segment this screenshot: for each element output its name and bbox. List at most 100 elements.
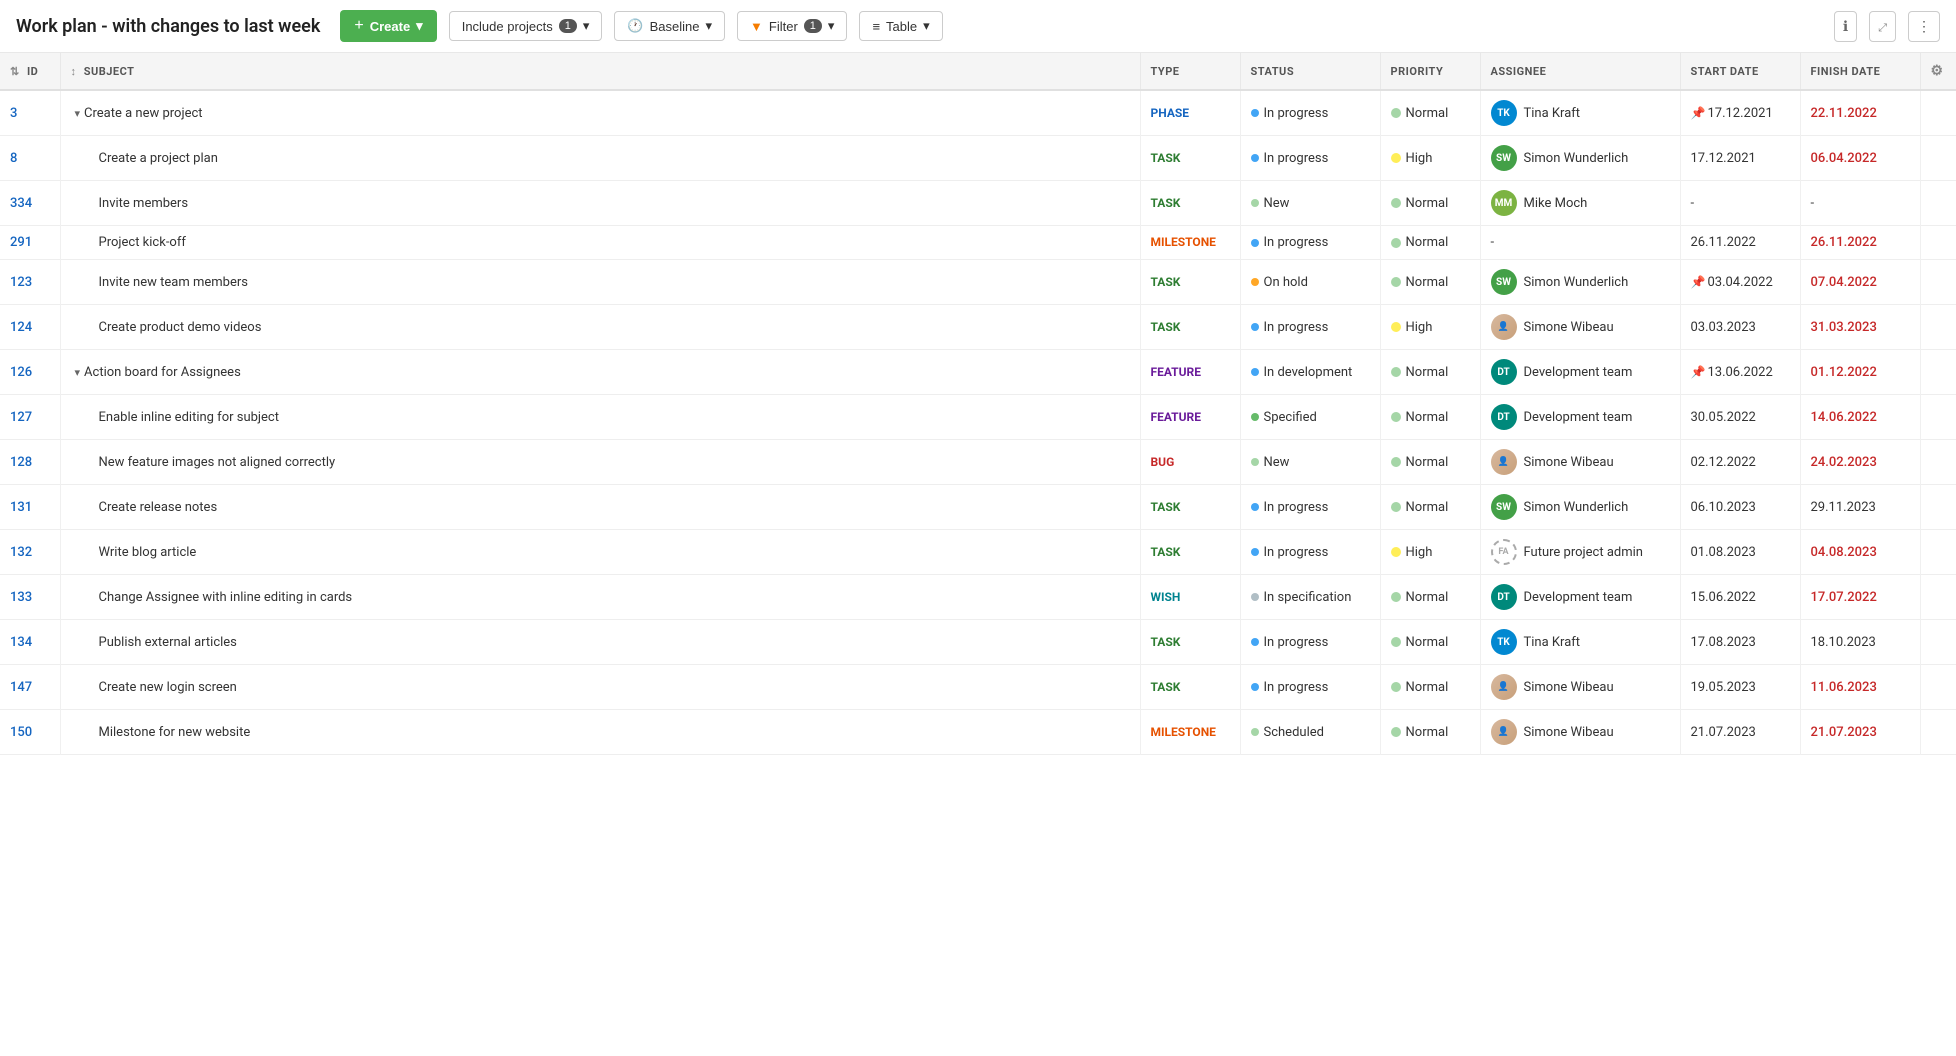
status-dot [1251,593,1259,601]
cell-gear [1920,530,1956,575]
baseline-button[interactable]: 🕐 Baseline ▾ [614,11,725,41]
cell-finish-date: 24.02.2023 [1800,440,1920,485]
status-dot [1251,548,1259,556]
subject-text: Milestone for new website [99,725,251,740]
cell-finish-date: 21.07.2023 [1800,710,1920,755]
assignee-name: Development team [1524,590,1633,605]
info-button[interactable]: ℹ [1834,11,1857,42]
include-projects-button[interactable]: Include projects 1 ▾ [449,11,603,41]
chevron-icon[interactable]: ▾ [75,107,81,120]
assignee-cell: 👤Simone Wibeau [1491,719,1670,745]
priority-dot [1391,238,1401,248]
sort-icon: ⇅ [10,65,20,78]
create-button[interactable]: + Create ▾ [340,10,436,42]
status-text: Scheduled [1264,725,1324,740]
baseline-clock-icon: 🕐 [627,18,643,34]
status-dot [1251,683,1259,691]
cell-assignee: SWSimon Wunderlich [1480,136,1680,181]
col-header-gear[interactable]: ⚙ [1920,53,1956,90]
avatar: SW [1491,269,1517,295]
subject-text: Publish external articles [99,635,237,650]
assignee-name: Simone Wibeau [1524,455,1614,470]
col-header-priority: PRIORITY [1380,53,1480,90]
priority-text: Normal [1406,275,1449,290]
id-link[interactable]: 147 [10,680,32,695]
table-row: 291Project kick-offMILESTONEIn progressN… [0,226,1956,260]
table-row: 131Create release notesTASKIn progressNo… [0,485,1956,530]
id-link[interactable]: 127 [10,410,32,425]
table-row: 123Invite new team membersTASKOn holdNor… [0,260,1956,305]
status-text: On hold [1264,275,1308,290]
col-header-id[interactable]: ⇅ ID [0,53,60,90]
table-body: 3▾Create a new projectPHASEIn progressNo… [0,90,1956,755]
start-date-text: 17.12.2021 [1707,106,1772,121]
cell-subject: Publish external articles [60,620,1140,665]
id-link[interactable]: 128 [10,455,32,470]
id-link[interactable]: 334 [10,196,32,211]
cell-type: BUG [1140,440,1240,485]
id-link[interactable]: 126 [10,365,32,380]
start-date-text: 03.03.2023 [1691,320,1756,335]
cell-assignee: MMMike Moch [1480,181,1680,226]
filter-button[interactable]: ▼ Filter 1 ▾ [737,11,847,41]
table-button[interactable]: ≡ Table ▾ [859,11,942,41]
subject-text: Create product demo videos [99,320,262,335]
id-link[interactable]: 124 [10,320,32,335]
id-link[interactable]: 150 [10,725,32,740]
table-row: 334Invite membersTASKNewNormalMMMike Moc… [0,181,1956,226]
subject-text: Create a new project [84,106,203,121]
chevron-icon[interactable]: ▾ [75,366,81,379]
assignee-name: Future project admin [1524,545,1643,560]
cell-type: TASK [1140,305,1240,350]
start-date-text: 01.08.2023 [1691,545,1756,560]
table-grid-icon: ≡ [872,19,880,34]
col-header-finish-date: FINISH DATE [1800,53,1920,90]
id-link[interactable]: 291 [10,235,32,250]
filter-chevron-icon: ▾ [828,18,835,34]
cell-finish-date: 18.10.2023 [1800,620,1920,665]
cell-status: In progress [1240,90,1380,136]
priority-dot [1391,682,1401,692]
finish-date-text: 18.10.2023 [1811,635,1876,650]
start-date-text: 06.10.2023 [1691,500,1756,515]
assignee-name: Simon Wunderlich [1524,275,1629,290]
cell-priority: Normal [1380,181,1480,226]
filter-label: Filter [769,19,798,34]
priority-text: Normal [1406,635,1449,650]
cell-subject: Change Assignee with inline editing in c… [60,575,1140,620]
cell-priority: Normal [1380,90,1480,136]
priority-text: Normal [1406,410,1449,425]
id-link[interactable]: 123 [10,275,32,290]
assignee-name: Mike Moch [1524,196,1588,211]
table-row: 128 New feature images not aligned correc… [0,440,1956,485]
subject-text: Change Assignee with inline editing in c… [99,590,353,605]
id-link[interactable]: 8 [10,151,17,166]
cell-start-date: 06.10.2023 [1680,485,1800,530]
cell-priority: High [1380,136,1480,181]
id-link[interactable]: 134 [10,635,32,650]
cell-assignee: - [1480,226,1680,260]
cell-start-date: 26.11.2022 [1680,226,1800,260]
expand-icon: ⤢ [1878,22,1887,34]
id-link[interactable]: 133 [10,590,32,605]
assignee-name: Development team [1524,410,1633,425]
id-link[interactable]: 3 [10,106,17,121]
priority-dot [1391,367,1401,377]
col-header-subject[interactable]: ↕ SUBJECT [60,53,1140,90]
cell-status: In progress [1240,136,1380,181]
cell-start-date: 02.12.2022 [1680,440,1800,485]
avatar: 👤 [1491,449,1517,475]
cell-priority: High [1380,530,1480,575]
subject-text: New feature images not aligned correctly [99,455,336,470]
cell-start-date: 01.08.2023 [1680,530,1800,575]
id-link[interactable]: 131 [10,500,32,515]
priority-dot [1391,412,1401,422]
table-row: 3▾Create a new projectPHASEIn progressNo… [0,90,1956,136]
finish-date-text: 29.11.2023 [1811,500,1876,515]
cell-subject: Enable inline editing for subject [60,395,1140,440]
status-dot [1251,728,1259,736]
expand-button[interactable]: ⤢ [1869,11,1896,42]
more-options-button[interactable]: ⋮ [1908,11,1940,42]
assignee-cell: 👤Simone Wibeau [1491,674,1670,700]
id-link[interactable]: 132 [10,545,32,560]
